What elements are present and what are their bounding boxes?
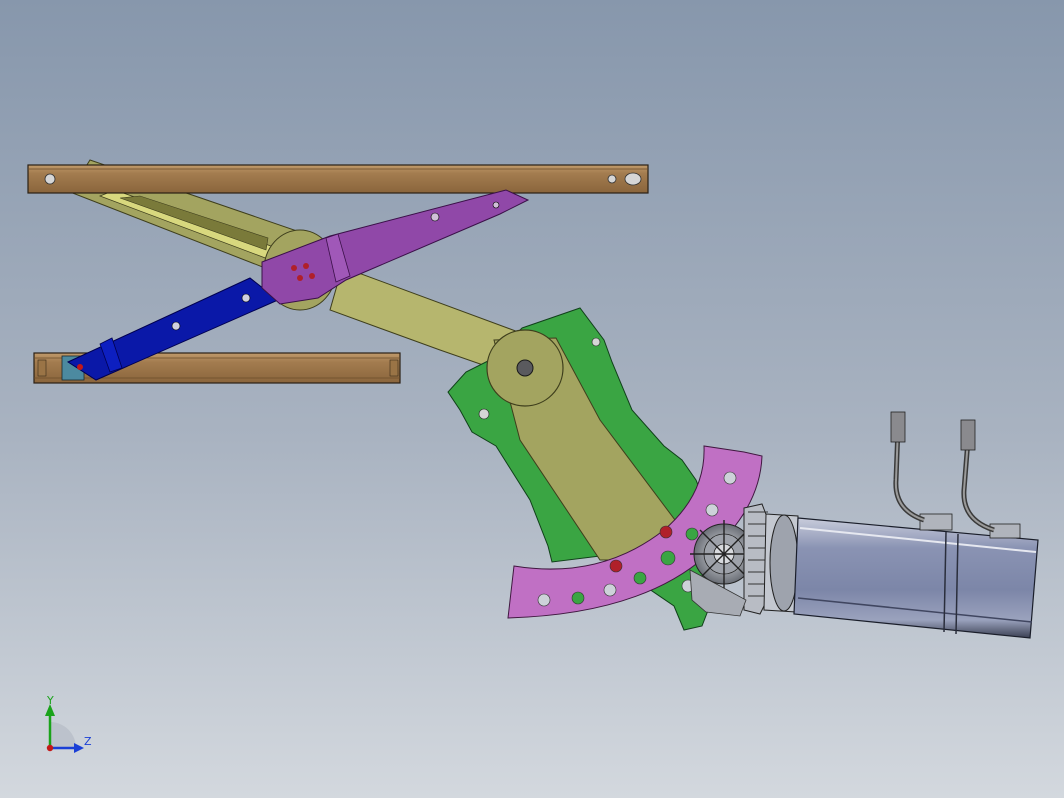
cable-plug — [890, 411, 906, 443]
rail-slot — [624, 172, 642, 186]
connector-block — [989, 523, 1021, 539]
rail-hole — [44, 173, 56, 185]
triad-origin — [46, 744, 54, 752]
window-regulator-assembly: Y Z — [0, 0, 1064, 798]
cad-3d-viewport[interactable]: Y Z — [0, 0, 1064, 798]
rail-hole — [607, 174, 617, 184]
top-guide-rail[interactable] — [27, 164, 649, 194]
crank-pin — [516, 359, 534, 377]
connector-block — [919, 513, 953, 531]
pivot-pin — [77, 364, 83, 370]
y-axis-label: Y — [46, 694, 54, 707]
z-axis-label: Z — [84, 735, 92, 748]
cable-plug — [960, 419, 976, 451]
